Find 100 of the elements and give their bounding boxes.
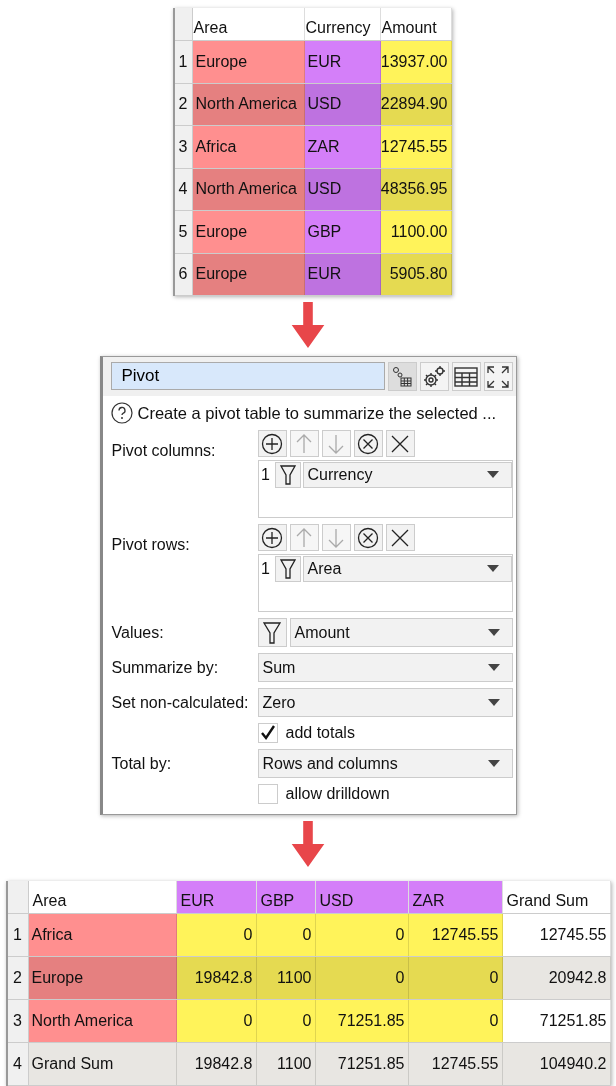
- dropdown[interactable]: Zero: [257, 688, 513, 717]
- column-header[interactable]: Area: [192, 8, 305, 40]
- list-tool-button[interactable]: [385, 430, 415, 457]
- checkbox-label: allow drilldown: [285, 785, 390, 803]
- table-cell: 13937.00: [380, 41, 452, 83]
- down-arrow-icon: [291, 302, 325, 348]
- table-cell: EUR: [304, 41, 381, 83]
- table-cell: 5905.80: [380, 253, 452, 295]
- column-header[interactable]: Grand Sum: [502, 881, 611, 913]
- checkbox[interactable]: [257, 723, 278, 743]
- list-tool-button[interactable]: [257, 430, 287, 457]
- field-label: Values:: [111, 622, 165, 643]
- row-number: 1: [7, 914, 29, 956]
- circled-x-icon: [357, 526, 379, 549]
- list-tool-button[interactable]: [353, 430, 383, 457]
- table-cell: 104940.2: [502, 1043, 611, 1085]
- column-header[interactable]: Area: [28, 881, 177, 913]
- toolbar-button[interactable]: [419, 362, 449, 391]
- help-icon[interactable]: [110, 402, 133, 424]
- toolbar-button[interactable]: [483, 362, 513, 391]
- filter-button[interactable]: [274, 556, 301, 582]
- funnel-icon: [279, 464, 296, 486]
- row-number: 4: [174, 168, 193, 210]
- list-tool-button[interactable]: [385, 524, 415, 551]
- table-cell: Africa: [28, 914, 177, 956]
- dropdown[interactable]: Sum: [257, 653, 513, 682]
- list-tool-button[interactable]: [257, 524, 287, 551]
- table-cell: USD: [304, 168, 381, 210]
- row-number: 2: [7, 957, 29, 999]
- table-cell: Europe: [192, 253, 305, 295]
- circled-x-icon: [357, 432, 379, 455]
- field-label: Set non-calculated:: [111, 692, 250, 713]
- table-cell: North America: [28, 1000, 177, 1042]
- settings-icon: [422, 364, 446, 389]
- field-label: Summarize by:: [111, 657, 220, 678]
- table-cell: Grand Sum: [28, 1043, 177, 1085]
- table-cell: 12745.55: [408, 914, 503, 956]
- filter-button[interactable]: [274, 462, 301, 488]
- row-number: 3: [7, 1000, 29, 1042]
- table-cell: GBP: [304, 211, 381, 253]
- column-header[interactable]: Amount: [380, 8, 452, 40]
- table-cell: 0: [408, 1000, 503, 1042]
- field-label: Pivot rows:: [111, 535, 191, 555]
- table-cell: Europe: [28, 957, 177, 999]
- table-cell: North America: [192, 168, 305, 210]
- table-cell: 12745.55: [380, 126, 452, 168]
- column-header[interactable]: Currency: [304, 8, 381, 40]
- table-cell: 0: [176, 914, 257, 956]
- caret-icon: [486, 471, 499, 479]
- checkmark-icon: [258, 724, 277, 742]
- toolbar-button[interactable]: [387, 362, 417, 391]
- nodes-icon: [391, 365, 413, 388]
- table-cell: 48356.95: [380, 168, 452, 210]
- dropdown[interactable]: Currency: [302, 462, 512, 488]
- row-number: 1: [174, 41, 193, 83]
- caret-icon: [487, 698, 500, 707]
- field-label: Total by:: [111, 753, 173, 774]
- funnel-icon: [263, 620, 281, 645]
- table-cell: 0: [408, 957, 503, 999]
- column-header[interactable]: GBP: [256, 881, 316, 913]
- funnel-icon: [279, 558, 296, 580]
- caret-icon: [486, 565, 499, 573]
- table-cell: Africa: [192, 126, 305, 168]
- table-cell: 0: [315, 914, 409, 956]
- caret-icon: [487, 628, 500, 637]
- table-cell: 1100.00: [380, 211, 452, 253]
- column-header[interactable]: ZAR: [408, 881, 503, 913]
- table-cell: 1100: [256, 957, 316, 999]
- table-cell: 19842.8: [176, 957, 257, 999]
- table-cell: 71251.85: [315, 1000, 409, 1042]
- dropdown[interactable]: Amount: [289, 618, 513, 647]
- table-cell: USD: [304, 83, 381, 125]
- field-label: Pivot columns:: [111, 441, 217, 461]
- list-tool-button[interactable]: [353, 524, 383, 551]
- column-header[interactable]: EUR: [176, 881, 257, 913]
- toolbar-button[interactable]: [451, 362, 481, 391]
- table-cell: North America: [192, 83, 305, 125]
- down-arrow-icon: [291, 821, 325, 867]
- table-cell: 12745.55: [408, 1043, 503, 1085]
- dropdown[interactable]: Rows and columns: [257, 749, 513, 778]
- table-cell: Europe: [192, 211, 305, 253]
- table-cell: EUR: [304, 253, 381, 295]
- table-cell: 0: [256, 1000, 316, 1042]
- title-field[interactable]: Pivot: [110, 362, 385, 390]
- table-cell: ZAR: [304, 126, 381, 168]
- caret-icon: [487, 759, 500, 768]
- checkbox[interactable]: [257, 784, 278, 804]
- row-number: 2: [174, 83, 193, 125]
- column-header[interactable]: USD: [315, 881, 409, 913]
- dropdown[interactable]: Area: [302, 556, 512, 582]
- table-cell: 71251.85: [315, 1043, 409, 1085]
- caret-icon: [487, 663, 500, 672]
- plus-icon: [261, 526, 283, 549]
- row-number: 5: [174, 211, 193, 253]
- maximize-icon: [486, 364, 510, 389]
- row-number: 4: [7, 1043, 29, 1085]
- filter-button[interactable]: [257, 618, 287, 647]
- table-cell: 0: [176, 1000, 257, 1042]
- table-cell: 1100: [256, 1043, 316, 1085]
- table-cell: 0: [315, 957, 409, 999]
